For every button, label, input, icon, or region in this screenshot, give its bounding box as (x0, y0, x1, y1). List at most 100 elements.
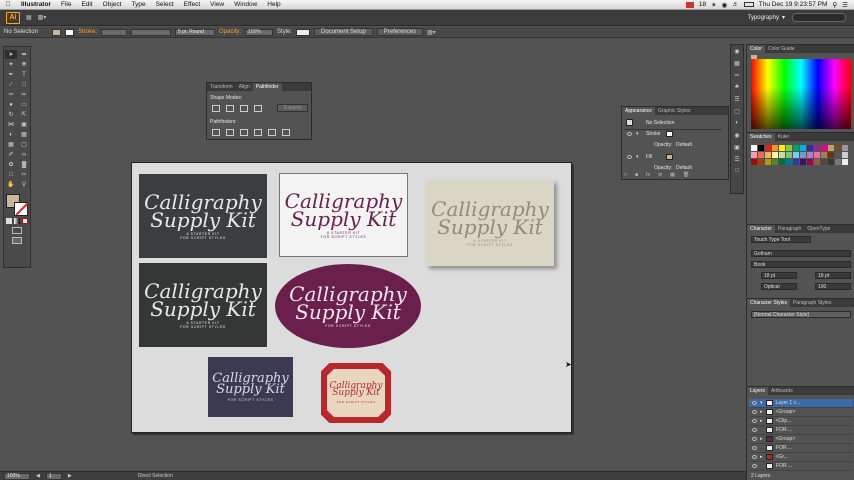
artboards-panel-icon[interactable]: □ (732, 168, 742, 177)
swatch[interactable] (772, 152, 778, 158)
visibility-icon[interactable] (752, 401, 757, 405)
tab-opentype[interactable]: OpenType (804, 225, 833, 233)
color-mode-icon[interactable] (6, 218, 12, 224)
swatch[interactable] (821, 152, 827, 158)
slice-tool-icon[interactable]: ✂ (18, 170, 30, 179)
layer-row[interactable]: FOR ... (749, 426, 853, 435)
draw-mode-icon[interactable] (12, 227, 22, 234)
stroke-label[interactable]: Stroke: (78, 29, 97, 35)
mesh-tool-icon[interactable]: ▦ (5, 140, 17, 149)
swatch[interactable] (765, 145, 771, 151)
spotlight-icon[interactable]: ⚲ (832, 1, 837, 9)
tab-character-styles[interactable]: Character Styles (747, 299, 790, 307)
layer-row[interactable]: ▸ <Group> (749, 435, 853, 444)
tab-paragraph[interactable]: Paragraph (775, 225, 804, 233)
symbols-panel-icon[interactable]: ♣ (732, 84, 742, 93)
stroke-swatch[interactable] (65, 28, 74, 36)
merge-icon[interactable] (240, 129, 248, 136)
search-input[interactable] (792, 13, 846, 22)
fill-stroke-widget[interactable] (5, 194, 29, 216)
menu-window[interactable]: Window (229, 1, 262, 8)
add-stroke-icon[interactable]: □ (624, 172, 627, 178)
zoom-tool-icon[interactable]: ⚲ (18, 180, 30, 189)
swatch[interactable] (793, 159, 799, 165)
tab-color-guide[interactable]: Color Guide (765, 45, 798, 53)
visibility-icon[interactable] (752, 437, 757, 441)
swatch[interactable] (758, 152, 764, 158)
add-fill-icon[interactable]: ■ (635, 172, 638, 178)
divide-icon[interactable] (212, 129, 220, 136)
column-graph-tool-icon[interactable]: ▓ (18, 160, 30, 169)
expand-icon[interactable]: ▸ (760, 418, 763, 424)
direct-selection-tool-icon[interactable]: ➥ (18, 50, 30, 59)
card-white-purple[interactable]: Calligraphy Supply Kit A Starter Kit for… (279, 173, 408, 257)
variable-width-field[interactable] (131, 28, 172, 36)
swatch[interactable] (751, 159, 757, 165)
swatch[interactable] (758, 159, 764, 165)
visibility-icon[interactable] (752, 419, 757, 423)
zoom-field[interactable]: 100% (4, 472, 30, 480)
swatch[interactable] (835, 159, 841, 165)
swatch[interactable] (807, 145, 813, 151)
visibility-icon[interactable] (752, 410, 757, 414)
card-dark-2[interactable]: Calligraphy Supply Kit A Starter Kit for… (139, 263, 267, 347)
intersect-icon[interactable] (240, 105, 248, 112)
stroke-weight-field[interactable] (101, 28, 128, 36)
gradient-tool-icon[interactable]: ▢ (18, 140, 30, 149)
expand-icon[interactable]: ▾ (760, 400, 763, 406)
symbol-sprayer-tool-icon[interactable]: ✿ (5, 160, 17, 169)
apple-icon[interactable]:  (0, 1, 16, 8)
swatch[interactable] (828, 145, 834, 151)
swatch[interactable] (835, 145, 841, 151)
layer-row[interactable]: ▸ <Clip... (749, 417, 853, 426)
arrange-documents-icon[interactable]: ▩▾ (38, 14, 47, 21)
stroke-panel-icon[interactable]: ☰ (732, 96, 742, 105)
layer-name[interactable]: FOR ... (776, 463, 792, 469)
swatch[interactable] (765, 152, 771, 158)
swatch[interactable] (800, 159, 806, 165)
menu-type[interactable]: Type (126, 1, 150, 8)
type-tool-icon[interactable]: T (18, 70, 30, 79)
brush-definition-field[interactable]: 5 pt. Round (175, 28, 216, 36)
layer-name[interactable]: Layer 1 c... (776, 400, 801, 406)
opacity-label[interactable]: Opacity: (219, 29, 241, 35)
line-tool-icon[interactable]: ∕ (5, 80, 17, 89)
swatch[interactable] (800, 152, 806, 158)
artboard-tool-icon[interactable]: □ (5, 170, 17, 179)
rotate-tool-icon[interactable]: ↻ (5, 110, 17, 119)
unite-icon[interactable] (212, 105, 220, 112)
stroke-color[interactable] (14, 202, 28, 216)
layer-name[interactable]: FOR ... (776, 445, 792, 451)
wifi-icon[interactable]: ◉ (722, 1, 728, 9)
tab-swatches[interactable]: Swatches (747, 133, 775, 141)
visibility-icon[interactable] (752, 464, 757, 468)
adobe-flag-icon[interactable] (685, 1, 694, 8)
layer-row[interactable]: ▸ <Group> (749, 408, 853, 417)
bridge-icon[interactable]: ▦ (26, 14, 32, 21)
font-size-field[interactable]: 18 pt (761, 272, 797, 279)
layer-row[interactable]: ▾ Layer 1 c... (749, 399, 853, 408)
layer-name[interactable]: <Group> (776, 409, 796, 415)
eyedropper-tool-icon[interactable]: ✐ (5, 150, 17, 159)
minus-back-icon[interactable] (282, 129, 290, 136)
layer-row[interactable]: ▸ <Gr... (749, 453, 853, 462)
appearance-panel-icon[interactable]: ◉ (732, 132, 742, 141)
workspace-name[interactable]: Typography (748, 15, 779, 21)
swatch[interactable] (842, 145, 848, 151)
layer-name[interactable]: <Gr... (776, 454, 788, 460)
current-tool-status[interactable]: Direct Selection (138, 473, 173, 479)
perspective-grid-tool-icon[interactable]: ▦ (18, 130, 30, 139)
kerning-field[interactable]: Optical (761, 283, 797, 290)
delete-item-icon[interactable]: 🗑 (683, 172, 689, 178)
tab-transform[interactable]: Transform (207, 83, 236, 91)
pencil-tool-icon[interactable]: ✏ (18, 90, 30, 99)
touch-type-tool-button[interactable]: Touch Type Tool (751, 236, 811, 243)
swatch[interactable] (842, 152, 848, 158)
fill-expand-icon[interactable]: ▾ (636, 154, 639, 160)
tab-artboards[interactable]: Artboards (768, 387, 796, 395)
fill-visibility-icon[interactable] (627, 155, 632, 159)
gradient-panel-icon[interactable]: ▢ (732, 108, 742, 117)
rectangle-tool-icon[interactable]: □ (18, 80, 30, 89)
swatch[interactable] (786, 145, 792, 151)
tab-graphic-styles[interactable]: Graphic Styles (655, 107, 694, 115)
